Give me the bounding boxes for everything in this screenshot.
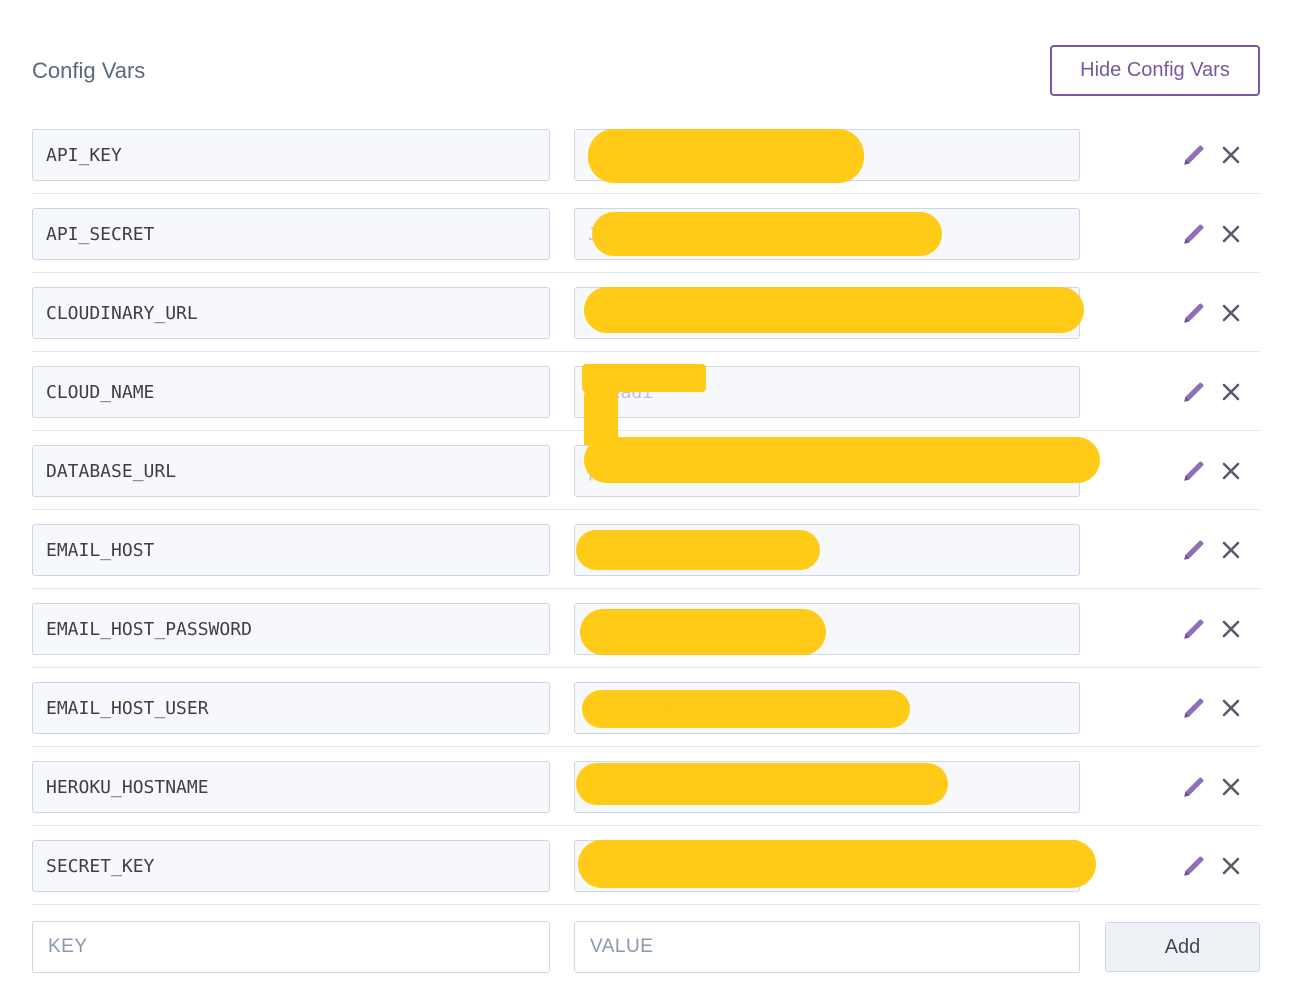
config-var-value: postgres://e462fa bbox=[574, 445, 1080, 497]
new-config-var-row: Add bbox=[32, 907, 1260, 987]
config-var-value: nzeadi bbox=[574, 366, 1080, 418]
config-var-row: DATABASE_URL postgres://e462fa bbox=[32, 431, 1260, 510]
config-var-key: SECRET_KEY bbox=[32, 840, 550, 892]
new-value-input[interactable] bbox=[588, 935, 1079, 959]
close-icon[interactable] bbox=[1217, 615, 1245, 643]
config-vars-list: API_KEY 54 API_SECRET JGt6Fn CLOUDINARY_… bbox=[32, 115, 1260, 905]
config-var-row: CLOUDINARY_URL cloudinary://548232281872… bbox=[32, 273, 1260, 352]
pencil-icon[interactable] bbox=[1180, 141, 1208, 169]
config-var-row: SECRET_KEY p bbox=[32, 826, 1260, 905]
config-var-value: 54 bbox=[574, 129, 1080, 181]
config-var-value: t bbox=[574, 603, 1080, 655]
close-icon[interactable] bbox=[1217, 694, 1245, 722]
config-var-row: API_SECRET JGt6Fn bbox=[32, 194, 1260, 273]
config-var-row: EMAIL_HOST_PASSWORD t bbox=[32, 589, 1260, 668]
close-icon[interactable] bbox=[1217, 220, 1245, 248]
page-title: Config Vars bbox=[32, 58, 146, 83]
new-key-input[interactable] bbox=[46, 935, 549, 959]
pencil-icon[interactable] bbox=[1180, 615, 1208, 643]
config-var-key: EMAIL_HOST_USER bbox=[32, 682, 550, 734]
close-icon[interactable] bbox=[1217, 141, 1245, 169]
config-var-key: API_SECRET bbox=[32, 208, 550, 260]
config-var-key: EMAIL_HOST_PASSWORD bbox=[32, 603, 550, 655]
config-var-value: p bbox=[574, 840, 1080, 892]
config-var-key: API_KEY bbox=[32, 129, 550, 181]
pencil-icon[interactable] bbox=[1180, 536, 1208, 564]
close-icon[interactable] bbox=[1217, 852, 1245, 880]
config-var-key: CLOUDINARY_URL bbox=[32, 287, 550, 339]
close-icon[interactable] bbox=[1217, 536, 1245, 564]
pencil-icon[interactable] bbox=[1180, 299, 1208, 327]
config-var-row: EMAIL_HOST_USER yanwu@gmail.com bbox=[32, 668, 1260, 747]
config-var-row: CLOUD_NAME nzeadi bbox=[32, 352, 1260, 460]
pencil-icon[interactable] bbox=[1180, 378, 1208, 406]
config-var-value bbox=[574, 761, 1080, 813]
config-var-row: EMAIL_HOST smtp.gmail.com bbox=[32, 510, 1260, 589]
hide-config-vars-button[interactable]: Hide Config Vars bbox=[1050, 45, 1260, 96]
config-var-row: HEROKU_HOSTNAME bbox=[32, 747, 1260, 826]
new-key-field[interactable] bbox=[32, 921, 550, 973]
close-icon[interactable] bbox=[1217, 299, 1245, 327]
pencil-icon[interactable] bbox=[1180, 457, 1208, 485]
config-var-key: EMAIL_HOST bbox=[32, 524, 550, 576]
close-icon[interactable] bbox=[1217, 457, 1245, 485]
config-var-value: smtp.gmail.com bbox=[574, 524, 1080, 576]
config-var-value: yanwu@gmail.com bbox=[574, 682, 1080, 734]
config-var-key: DATABASE_URL bbox=[32, 445, 550, 497]
pencil-icon[interactable] bbox=[1180, 220, 1208, 248]
pencil-icon[interactable] bbox=[1180, 852, 1208, 880]
config-var-key: CLOUD_NAME bbox=[32, 366, 550, 418]
config-var-value: JGt6Fn bbox=[574, 208, 1080, 260]
close-icon[interactable] bbox=[1217, 773, 1245, 801]
pencil-icon[interactable] bbox=[1180, 773, 1208, 801]
add-button[interactable]: Add bbox=[1105, 922, 1260, 972]
config-var-row: API_KEY 54 bbox=[32, 115, 1260, 194]
config-var-value: cloudinary://54823228187266 bbox=[574, 287, 1080, 339]
pencil-icon[interactable] bbox=[1180, 694, 1208, 722]
new-value-field[interactable] bbox=[574, 921, 1080, 973]
close-icon[interactable] bbox=[1217, 378, 1245, 406]
config-var-key: HEROKU_HOSTNAME bbox=[32, 761, 550, 813]
